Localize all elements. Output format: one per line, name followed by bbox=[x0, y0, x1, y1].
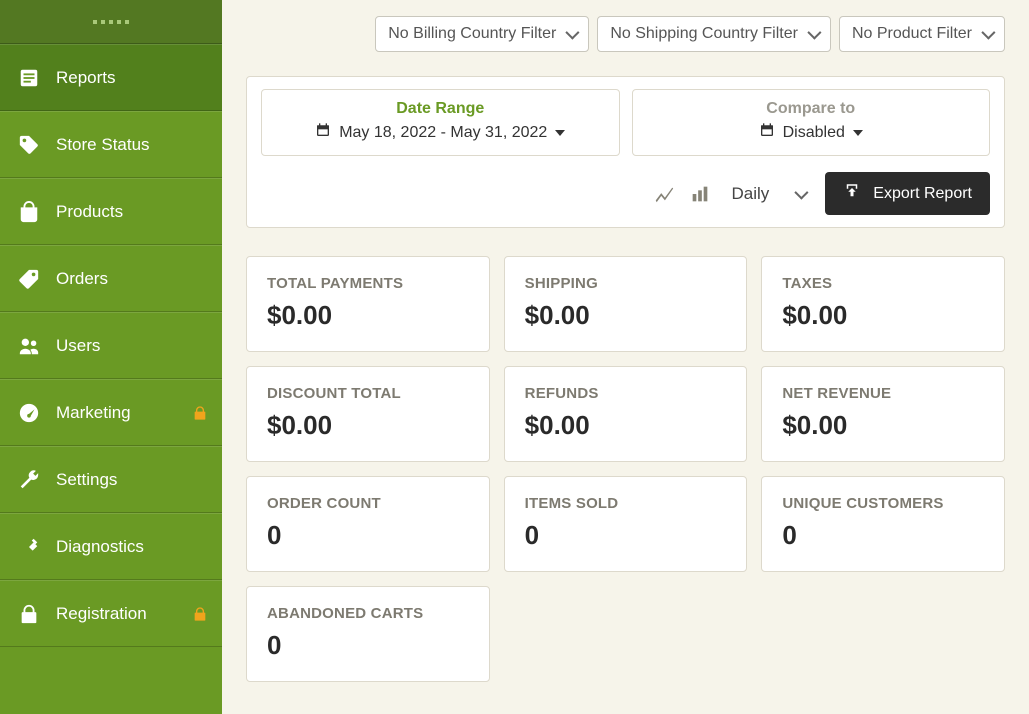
sidebar-item-orders[interactable]: Orders bbox=[0, 245, 222, 312]
card-value: $0.00 bbox=[267, 410, 469, 441]
card-label: DISCOUNT TOTAL bbox=[267, 385, 469, 402]
lock-icon bbox=[192, 606, 208, 622]
date-range-picker[interactable]: Date Range May 18, 2022 - May 31, 2022 bbox=[261, 89, 620, 156]
calendar-icon bbox=[759, 122, 775, 143]
card-taxes[interactable]: TAXES $0.00 bbox=[761, 256, 1005, 352]
sidebar-item-label: Marketing bbox=[56, 403, 131, 423]
screwdriver-icon bbox=[18, 536, 40, 558]
card-refunds[interactable]: REFUNDS $0.00 bbox=[504, 366, 748, 462]
export-report-button[interactable]: Export Report bbox=[825, 172, 990, 215]
main-content: No Billing Country Filter No Shipping Co… bbox=[222, 0, 1029, 714]
card-label: UNIQUE CUSTOMERS bbox=[782, 495, 984, 512]
card-abandoned-carts[interactable]: ABANDONED CARTS 0 bbox=[246, 586, 490, 682]
card-value: 0 bbox=[782, 520, 984, 551]
card-value: 0 bbox=[267, 520, 469, 551]
calendar-icon bbox=[315, 122, 331, 143]
card-value: $0.00 bbox=[525, 300, 727, 331]
sidebar-handle bbox=[0, 0, 222, 44]
date-range-title: Date Range bbox=[270, 100, 611, 118]
line-chart-icon[interactable] bbox=[653, 183, 675, 205]
sidebar-item-label: Store Status bbox=[56, 135, 150, 155]
sidebar-item-label: Registration bbox=[56, 604, 147, 624]
chevron-down-icon bbox=[981, 26, 995, 40]
card-label: TOTAL PAYMENTS bbox=[267, 275, 469, 292]
sidebar-item-reports[interactable]: Reports bbox=[0, 44, 222, 111]
sidebar-item-label: Users bbox=[56, 336, 100, 356]
chevron-down-icon bbox=[807, 26, 821, 40]
card-label: ITEMS SOLD bbox=[525, 495, 727, 512]
card-unique-customers[interactable]: UNIQUE CUSTOMERS 0 bbox=[761, 476, 1005, 572]
sidebar-item-settings[interactable]: Settings bbox=[0, 446, 222, 513]
report-icon bbox=[18, 67, 40, 89]
compare-value: Disabled bbox=[783, 124, 845, 142]
sidebar: Reports Store Status Products Orders Use… bbox=[0, 0, 222, 714]
chart-toolbar: Daily Export Report bbox=[261, 172, 990, 215]
export-label: Export Report bbox=[873, 185, 972, 203]
card-value: 0 bbox=[267, 630, 469, 661]
caret-down-icon bbox=[555, 130, 565, 136]
card-value: 0 bbox=[525, 520, 727, 551]
billing-country-filter[interactable]: No Billing Country Filter bbox=[375, 16, 589, 52]
card-label: ABANDONED CARTS bbox=[267, 605, 469, 622]
sidebar-item-marketing[interactable]: Marketing bbox=[0, 379, 222, 446]
granularity-select[interactable]: Daily bbox=[725, 180, 811, 208]
stats-grid: TOTAL PAYMENTS $0.00 SHIPPING $0.00 TAXE… bbox=[246, 256, 1005, 682]
caret-down-icon bbox=[853, 130, 863, 136]
chevron-down-icon bbox=[795, 185, 809, 199]
users-icon bbox=[18, 335, 40, 357]
compare-title: Compare to bbox=[641, 100, 982, 118]
tag-icon bbox=[18, 134, 40, 156]
date-range-value: May 18, 2022 - May 31, 2022 bbox=[339, 124, 547, 142]
card-label: NET REVENUE bbox=[782, 385, 984, 402]
sidebar-item-label: Products bbox=[56, 202, 123, 222]
filter-row: No Billing Country Filter No Shipping Co… bbox=[246, 16, 1005, 52]
sidebar-item-products[interactable]: Products bbox=[0, 178, 222, 245]
padlock-icon bbox=[18, 603, 40, 625]
card-value: $0.00 bbox=[267, 300, 469, 331]
dropdown-label: No Billing Country Filter bbox=[388, 25, 556, 43]
export-icon bbox=[843, 182, 861, 205]
date-panel: Date Range May 18, 2022 - May 31, 2022 C… bbox=[246, 76, 1005, 228]
dropdown-label: No Product Filter bbox=[852, 25, 972, 43]
card-label: SHIPPING bbox=[525, 275, 727, 292]
sidebar-item-label: Settings bbox=[56, 470, 117, 490]
card-discount-total[interactable]: DISCOUNT TOTAL $0.00 bbox=[246, 366, 490, 462]
card-label: ORDER COUNT bbox=[267, 495, 469, 512]
sidebar-item-label: Reports bbox=[56, 68, 116, 88]
card-value: $0.00 bbox=[525, 410, 727, 441]
card-net-revenue[interactable]: NET REVENUE $0.00 bbox=[761, 366, 1005, 462]
card-value: $0.00 bbox=[782, 300, 984, 331]
shipping-country-filter[interactable]: No Shipping Country Filter bbox=[597, 16, 831, 52]
compare-to-picker[interactable]: Compare to Disabled bbox=[632, 89, 991, 156]
sidebar-item-store-status[interactable]: Store Status bbox=[0, 111, 222, 178]
bag-icon bbox=[18, 201, 40, 223]
sidebar-item-label: Orders bbox=[56, 269, 108, 289]
pricetag-icon bbox=[18, 268, 40, 290]
lock-icon bbox=[192, 405, 208, 421]
sidebar-item-users[interactable]: Users bbox=[0, 312, 222, 379]
sidebar-item-label: Diagnostics bbox=[56, 537, 144, 557]
sidebar-item-diagnostics[interactable]: Diagnostics bbox=[0, 513, 222, 580]
granularity-label: Daily bbox=[731, 184, 769, 204]
card-total-payments[interactable]: TOTAL PAYMENTS $0.00 bbox=[246, 256, 490, 352]
product-filter[interactable]: No Product Filter bbox=[839, 16, 1005, 52]
dropdown-label: No Shipping Country Filter bbox=[610, 25, 798, 43]
card-label: REFUNDS bbox=[525, 385, 727, 402]
card-value: $0.00 bbox=[782, 410, 984, 441]
sidebar-item-registration[interactable]: Registration bbox=[0, 580, 222, 647]
chevron-down-icon bbox=[566, 26, 580, 40]
card-shipping[interactable]: SHIPPING $0.00 bbox=[504, 256, 748, 352]
card-order-count[interactable]: ORDER COUNT 0 bbox=[246, 476, 490, 572]
gauge-icon bbox=[18, 402, 40, 424]
card-items-sold[interactable]: ITEMS SOLD 0 bbox=[504, 476, 748, 572]
wrench-icon bbox=[18, 469, 40, 491]
bar-chart-icon[interactable] bbox=[689, 183, 711, 205]
card-label: TAXES bbox=[782, 275, 984, 292]
